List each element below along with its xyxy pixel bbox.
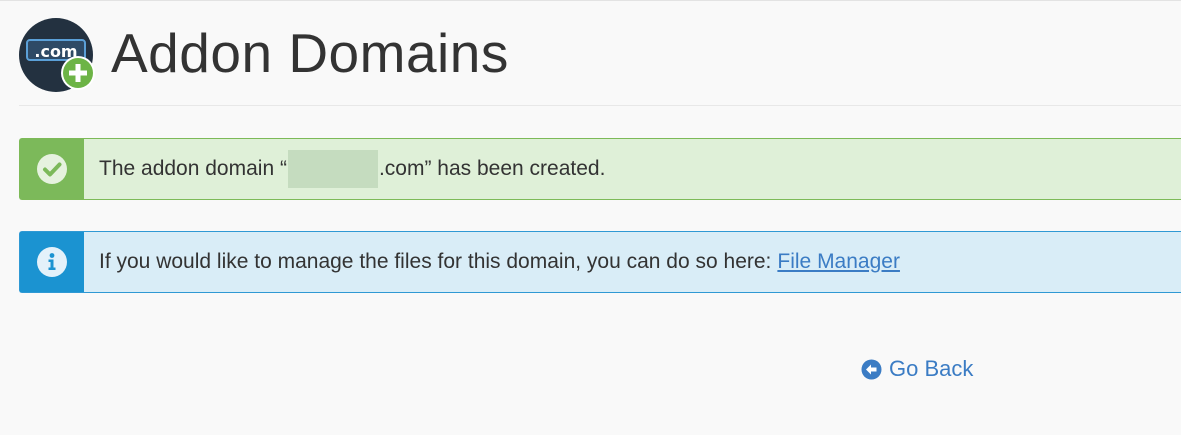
- info-alert: If you would like to manage the files fo…: [19, 231, 1181, 293]
- info-icon: [37, 247, 67, 277]
- page-title: Addon Domains: [111, 22, 509, 84]
- success-message: The addon domain “ .com” has been created…: [84, 139, 1181, 199]
- go-back-label[interactable]: Go Back: [889, 356, 973, 382]
- success-text-suffix: ” has been created.: [424, 157, 606, 180]
- arrow-left-circle-icon: [861, 359, 882, 379]
- plus-icon: [61, 56, 95, 90]
- addon-domains-icon: .com: [19, 15, 95, 92]
- header-divider: [19, 105, 1181, 106]
- redacted-domain: [287, 150, 378, 188]
- info-message: If you would like to manage the files fo…: [84, 232, 1181, 292]
- success-domain-suffix: .com: [378, 157, 425, 180]
- success-icon-box: [20, 139, 84, 199]
- checkmark-icon: [37, 154, 67, 184]
- page: .com Addon Domains The addon domain “ .co…: [0, 0, 1181, 435]
- go-back-link[interactable]: Go Back: [861, 356, 973, 382]
- info-text: If you would like to manage the files fo…: [99, 250, 772, 273]
- success-alert: The addon domain “ .com” has been created…: [19, 138, 1181, 200]
- page-header: .com Addon Domains: [19, 13, 509, 93]
- file-manager-link[interactable]: File Manager: [777, 250, 900, 274]
- info-icon-box: [20, 232, 84, 292]
- success-text-prefix: The addon domain “: [99, 157, 287, 180]
